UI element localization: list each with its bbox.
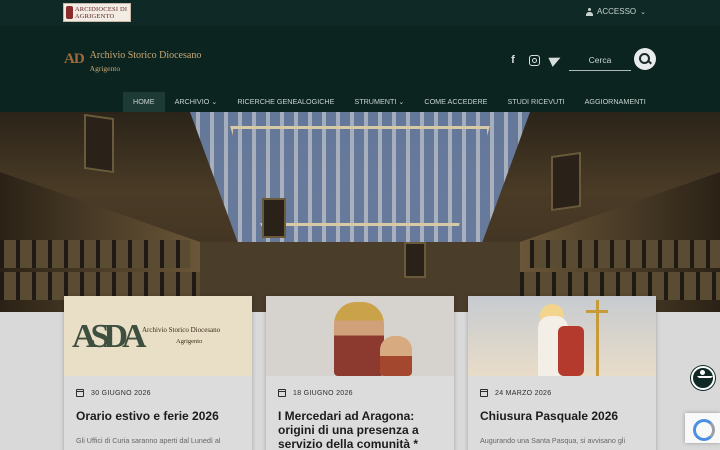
card-image: ASDA Archivio Storico Diocesano Agrigent… <box>64 296 252 376</box>
site-brand[interactable]: AD Archivio Storico Diocesano Agrigento <box>64 50 201 73</box>
card-title[interactable]: Orario estivo e ferie 2026 <box>76 409 242 423</box>
calendar-icon <box>76 389 84 397</box>
news-card[interactable]: ASDA Archivio Storico Diocesano Agrigent… <box>64 296 252 450</box>
card-date-text: 24 MARZO 2026 <box>495 389 552 397</box>
nav-item-label: STRUMENTI <box>354 97 397 106</box>
search-input[interactable]: Cerca <box>569 50 631 71</box>
card-title[interactable]: Chiusura Pasquale 2026 <box>480 409 646 423</box>
diocesi-emblem-icon <box>66 6 73 19</box>
nav-item-aggiornamenti[interactable]: AGGIORNAMENTI <box>575 92 656 112</box>
user-icon <box>586 7 593 16</box>
brand-title: Archivio Storico Diocesano <box>89 50 202 61</box>
nav-item-label: ARCHIVIO <box>174 97 210 106</box>
nav-item-strumenti[interactable]: STRUMENTI ⌄ <box>344 92 414 112</box>
news-card[interactable]: 18 GIUGNO 2026 I Mercedari ad Aragona: o… <box>266 296 454 450</box>
account-label: ACCESSO <box>597 7 637 16</box>
hero-painting <box>262 198 286 238</box>
telegram-icon[interactable] <box>548 53 563 67</box>
accessibility-icon[interactable] <box>691 366 715 390</box>
search-button[interactable] <box>634 48 656 70</box>
calendar-icon <box>278 389 286 397</box>
diocesi-logo[interactable]: ARCIDIOCESI DI AGRIGENTO <box>63 3 131 22</box>
recaptcha-icon[interactable] <box>685 413 720 443</box>
hero-painting <box>404 242 426 278</box>
facebook-icon[interactable]: f <box>507 54 519 66</box>
chevron-down-icon: ⌄ <box>640 8 646 16</box>
instagram-icon[interactable] <box>529 54 540 66</box>
asda-logo-mark: ASDA <box>72 318 147 355</box>
diocesi-logo-text: ARCIDIOCESI DI AGRIGENTO <box>74 5 128 20</box>
card-date-text: 30 GIUGNO 2026 <box>91 389 151 397</box>
social-links: f <box>507 53 563 67</box>
brand-subtitle: Agrigento <box>89 64 121 73</box>
chevron-down-icon: ⌄ <box>211 97 218 106</box>
card-date: 18 GIUGNO 2026 <box>278 389 353 397</box>
card-date-text: 18 GIUGNO 2026 <box>293 389 353 397</box>
card-date: 30 GIUGNO 2026 <box>76 389 151 397</box>
brand-logo-mark: AD <box>64 51 85 67</box>
hero-image <box>0 112 720 312</box>
card-excerpt: Augurando una Santa Pasqua, si avvisano … <box>480 436 626 445</box>
card-image <box>468 296 656 376</box>
card-image <box>266 296 454 376</box>
card-date: 24 MARZO 2026 <box>480 389 551 397</box>
nav-item-home[interactable]: HOME <box>123 92 165 112</box>
nav-item-come-accedere[interactable]: COME ACCEDERE <box>414 92 497 112</box>
site-header: AD Archivio Storico Diocesano Agrigento … <box>0 26 720 112</box>
chevron-down-icon: ⌄ <box>398 97 405 106</box>
account-menu[interactable]: ACCESSO ⌄ <box>586 7 646 16</box>
child-statue <box>380 336 412 376</box>
cristo-cross <box>586 310 608 313</box>
calendar-icon <box>480 389 488 397</box>
nav-item-studi-ricevuti[interactable]: STUDI RICEVUTI <box>497 92 574 112</box>
card-excerpt: Gli Uffici di Curia saranno aperti dal L… <box>76 436 221 445</box>
top-bar: ARCIDIOCESI DI AGRIGENTO ACCESSO ⌄ <box>0 0 720 26</box>
news-card[interactable]: 24 MARZO 2026 Chiusura Pasquale 2026 Aug… <box>468 296 656 450</box>
hero-shelf <box>530 240 720 268</box>
nav-item-ricerche-genealogiche[interactable]: RICERCHE GENEALOGICHE <box>227 92 344 112</box>
card-title[interactable]: I Mercedari ad Aragona: origini di una p… <box>278 409 444 450</box>
madonna-statue <box>334 302 384 376</box>
asda-logo-title: Archivio Storico Diocesano <box>142 326 221 334</box>
main-nav: HOME ARCHIVIO ⌄ RICERCHE GENEALOGICHE ST… <box>123 92 656 112</box>
hero-painting <box>84 113 114 174</box>
cristo-cloak <box>558 326 584 376</box>
nav-item-archivio[interactable]: ARCHIVIO ⌄ <box>165 92 228 112</box>
hero-painting <box>551 151 581 212</box>
hero-shelf <box>0 240 190 268</box>
asda-logo-subtitle: Agrigento <box>176 338 203 345</box>
